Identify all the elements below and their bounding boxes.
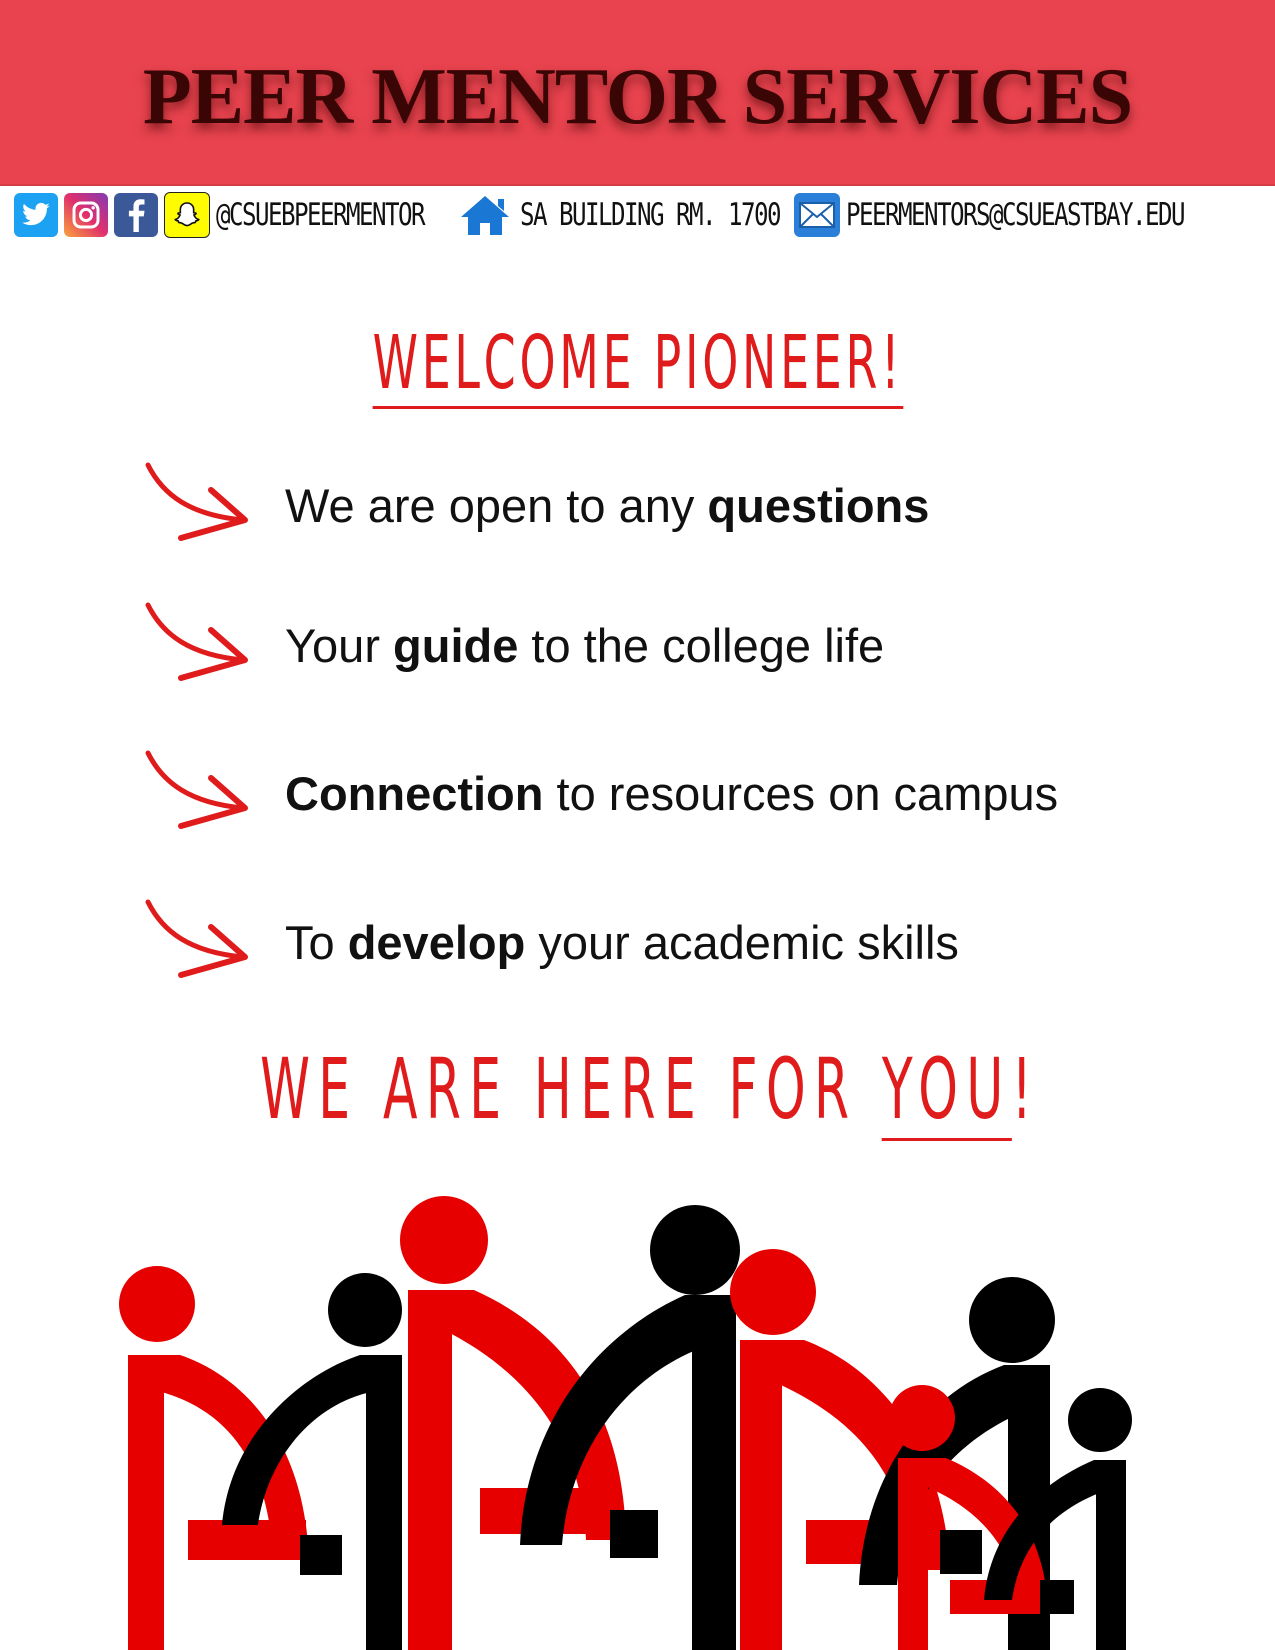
email-wrap: PEERMENTORS@CSUEASTBAY.EDU (846, 197, 1275, 233)
page-title: PEER MENTOR SERVICES (142, 53, 1133, 141)
arrow-icon (145, 750, 248, 829)
bullet-emphasis: guide (393, 618, 519, 672)
bullet-text: We are open to any questions (285, 478, 930, 532)
arrow-icon (145, 602, 248, 681)
bullet-emphasis: develop (347, 915, 526, 969)
closing-emphasis: YOU (881, 1040, 1012, 1141)
twitter-icon[interactable] (14, 193, 58, 237)
bullet-text: To develop your academic skills (285, 915, 959, 969)
arrow-icon (145, 462, 248, 541)
welcome-heading: WELCOME PIONEER! (0, 320, 1275, 409)
instagram-icon[interactable] (64, 193, 108, 237)
closing-end: ! (1011, 1040, 1041, 1138)
bullet-text: Connection to resources on campus (285, 766, 1059, 820)
figure-black-2 (520, 1205, 740, 1650)
handle-wrap: @CSUEBPEERMENTOR (216, 197, 452, 233)
home-icon (458, 193, 514, 237)
facebook-icon[interactable] (114, 193, 158, 237)
header-banner: PEER MENTOR SERVICES (0, 0, 1275, 186)
people-illustration (119, 1196, 1132, 1650)
arrow-icon (145, 899, 248, 978)
location-wrap: SA BUILDING RM. 1700 (520, 197, 788, 233)
bullet-item: We are open to any questions (145, 460, 929, 550)
snapchat-icon[interactable] (164, 192, 210, 238)
contact-email[interactable]: PEERMENTORS@CSUEASTBAY.EDU (846, 197, 1186, 233)
figure-black-1 (222, 1273, 402, 1650)
bullet-emphasis: questions (707, 478, 930, 532)
bullet-item: To develop your academic skills (145, 897, 959, 987)
bullet-item: Connection to resources on campus (145, 748, 1058, 838)
office-location: SA BUILDING RM. 1700 (520, 197, 782, 233)
bullet-item: Your guide to the college life (145, 600, 884, 690)
bullet-text: Your guide to the college life (285, 618, 885, 672)
social-handle[interactable]: @CSUEBPEERMENTOR (216, 197, 426, 233)
contact-bar: @CSUEBPEERMENTOR SA BUILDING RM. 1700 PE… (14, 190, 1264, 240)
closing-heading: WE ARE HERE FOR YOU! (0, 1040, 1275, 1141)
mail-icon (794, 193, 840, 237)
bullet-emphasis: Connection (285, 766, 544, 820)
closing-text: WE ARE HERE FOR (260, 1040, 882, 1138)
welcome-text: WELCOME PIONEER! (372, 320, 903, 409)
